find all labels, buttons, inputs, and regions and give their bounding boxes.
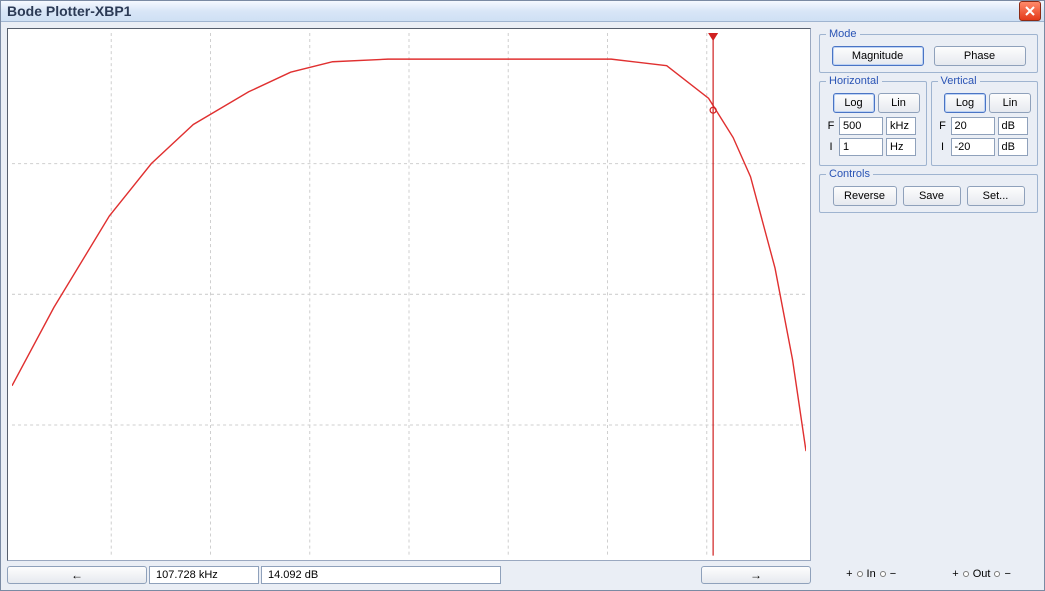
out-port: + Out − [952, 568, 1011, 580]
arrow-right-icon: → [750, 568, 762, 582]
side-panel: Mode Magnitude Phase Horizontal Log Lin … [815, 22, 1044, 590]
reverse-button[interactable]: Reverse [833, 186, 897, 206]
plot-column: ← 107.728 kHz 14.092 dB → [1, 22, 815, 590]
window-body: ← 107.728 kHz 14.092 dB → Mode Magnitude… [1, 22, 1044, 590]
vertical-i-unit[interactable]: dB [998, 138, 1028, 156]
horizontal-lin-button[interactable]: Lin [878, 93, 920, 113]
out-minus-terminal[interactable] [994, 571, 1000, 577]
mode-legend: Mode [826, 28, 860, 40]
vertical-i-input[interactable] [951, 138, 995, 156]
vertical-i-label: I [938, 141, 948, 153]
phase-button[interactable]: Phase [934, 46, 1026, 66]
mode-group: Mode Magnitude Phase [819, 28, 1038, 73]
save-button[interactable]: Save [903, 186, 961, 206]
in-plus-label: + [846, 568, 852, 580]
horizontal-i-label: I [826, 141, 836, 153]
out-plus-terminal[interactable] [963, 571, 969, 577]
vertical-lin-button[interactable]: Lin [989, 93, 1031, 113]
cursor-frequency-readout: 107.728 kHz [149, 566, 259, 584]
horizontal-i-unit[interactable]: Hz [886, 138, 916, 156]
in-minus-terminal[interactable] [880, 571, 886, 577]
bode-plot [12, 33, 806, 556]
close-button[interactable] [1019, 1, 1041, 21]
cursor-right-button[interactable]: → [701, 566, 811, 584]
bode-plotter-window: Bode Plotter-XBP1 ← 107.728 kHz 14.092 d… [0, 0, 1045, 591]
titlebar: Bode Plotter-XBP1 [1, 1, 1044, 22]
horizontal-f-input[interactable] [839, 117, 883, 135]
out-plus-label: + [952, 568, 958, 580]
horizontal-f-unit[interactable]: kHz [886, 117, 916, 135]
controls-group: Controls Reverse Save Set... [819, 168, 1038, 213]
in-label: In [867, 568, 876, 580]
horizontal-group: Horizontal Log Lin F kHz I Hz [819, 75, 927, 166]
plot-area[interactable] [7, 28, 811, 561]
cursor-magnitude-readout: 14.092 dB [261, 566, 501, 584]
vertical-f-input[interactable] [951, 117, 995, 135]
controls-legend: Controls [826, 168, 873, 180]
vertical-group: Vertical Log Lin F dB I dB [931, 75, 1039, 166]
vertical-log-button[interactable]: Log [944, 93, 986, 113]
horizontal-log-button[interactable]: Log [833, 93, 875, 113]
plot-footer: ← 107.728 kHz 14.092 dB → [7, 564, 811, 586]
horizontal-i-input[interactable] [839, 138, 883, 156]
io-row: + In − + Out − [819, 564, 1038, 584]
vertical-f-label: F [938, 120, 948, 132]
vertical-f-unit[interactable]: dB [998, 117, 1028, 135]
cursor-left-button[interactable]: ← [7, 566, 147, 584]
horizontal-f-label: F [826, 120, 836, 132]
window-title: Bode Plotter-XBP1 [7, 3, 1019, 19]
out-label: Out [973, 568, 991, 580]
out-minus-label: − [1004, 568, 1010, 580]
horizontal-legend: Horizontal [826, 75, 882, 87]
vertical-legend: Vertical [938, 75, 980, 87]
magnitude-button[interactable]: Magnitude [832, 46, 924, 66]
close-icon [1025, 6, 1035, 16]
in-plus-terminal[interactable] [857, 571, 863, 577]
set-button[interactable]: Set... [967, 186, 1025, 206]
in-port: + In − [846, 568, 896, 580]
arrow-left-icon: ← [71, 568, 83, 582]
in-minus-label: − [890, 568, 896, 580]
